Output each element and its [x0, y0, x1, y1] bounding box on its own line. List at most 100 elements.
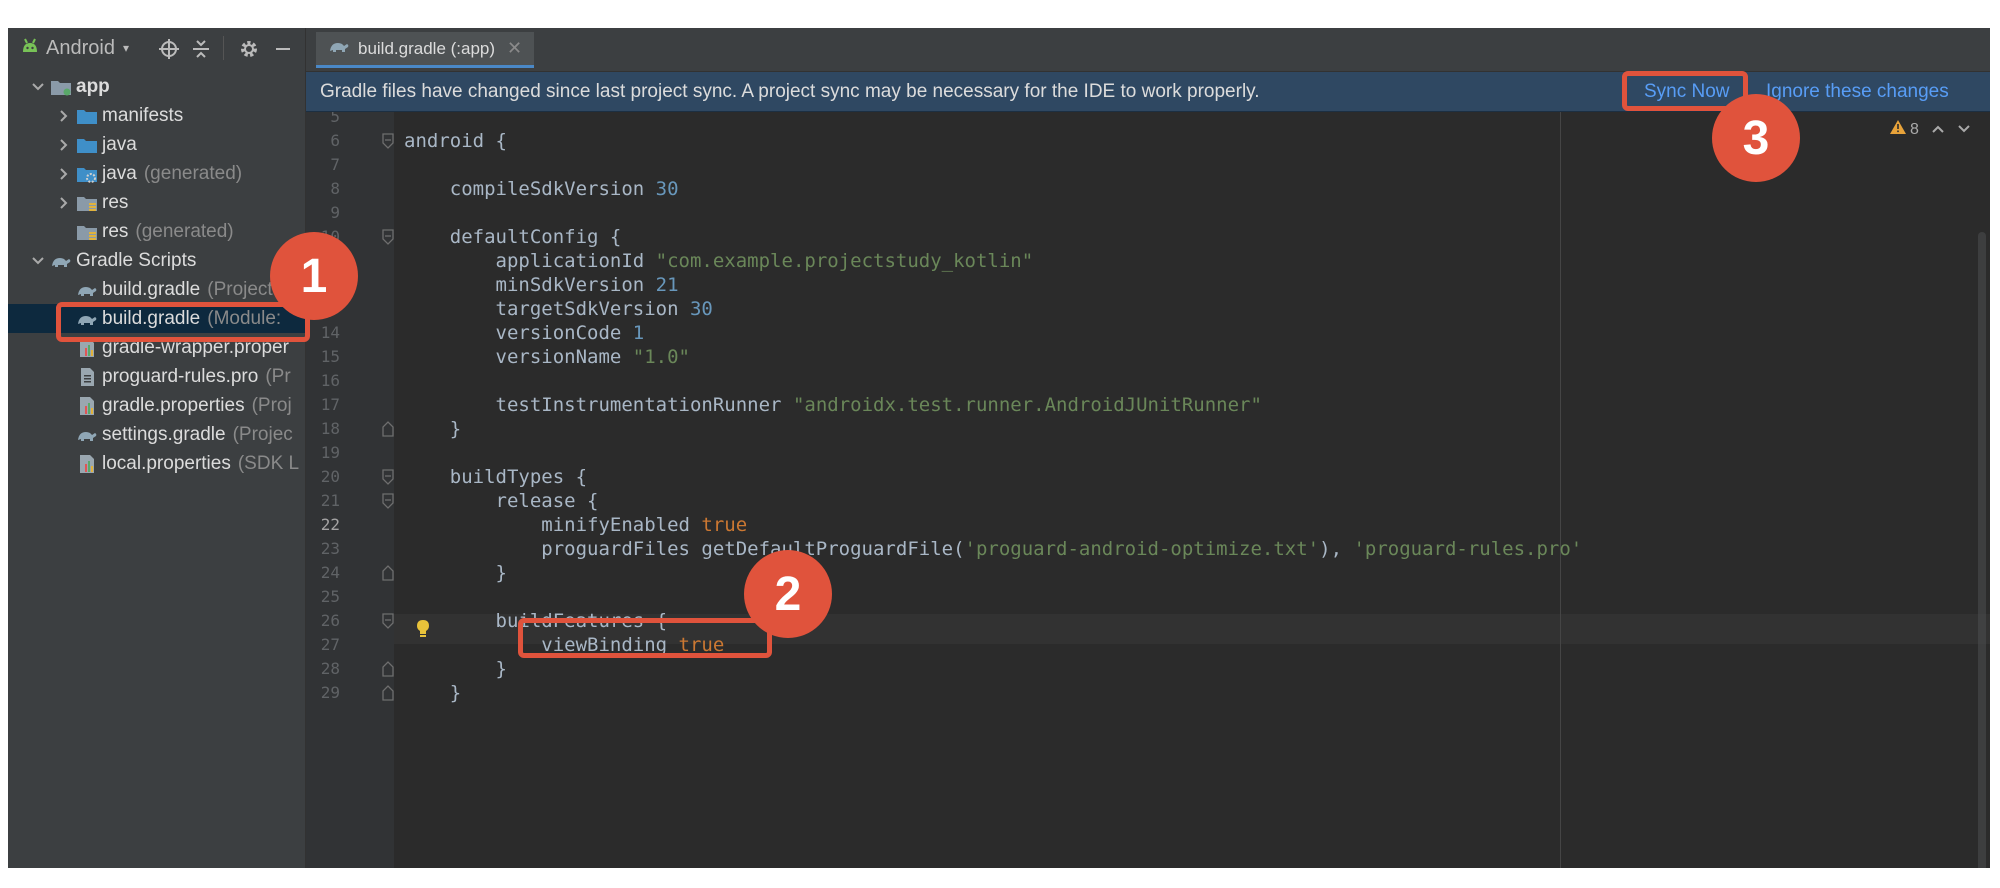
tree-item-detail: (Pr [265, 365, 291, 387]
fold-marker-icon[interactable] [382, 613, 394, 629]
tab-build-gradle-app[interactable]: build.gradle (:app) ✕ [316, 32, 535, 68]
step-badge-1: 1 [270, 232, 358, 320]
tree-item-detail: (generated) [135, 220, 234, 242]
code-text[interactable]: } [404, 678, 461, 708]
gradle-icon [74, 424, 100, 446]
gradle-icon [74, 279, 100, 301]
code-token: } [404, 682, 462, 704]
tree-item-detail: (Projec [232, 423, 293, 445]
tree-item-detail: (generated) [143, 162, 243, 184]
fold-marker-icon[interactable] [382, 469, 394, 485]
chevron-up-icon[interactable] [1931, 121, 1945, 139]
chevron-right-icon[interactable] [54, 138, 74, 152]
tree-item[interactable]: proguard-rules.pro (Pr [8, 362, 306, 391]
step-badge-3: 3 [1712, 94, 1800, 182]
fold-marker-icon[interactable] [382, 685, 394, 701]
editor-scrollbar[interactable] [1978, 232, 1986, 868]
ignore-changes-link[interactable]: Ignore these changes [1766, 81, 1949, 103]
code-token: 21 [655, 274, 679, 296]
target-icon[interactable] [156, 36, 182, 62]
code-token: testInstrumentationRunner [404, 394, 793, 416]
warning-icon [1890, 120, 1906, 139]
code-token: minifyEnabled [404, 514, 702, 536]
tree-item-label: java [102, 162, 137, 184]
project-view-selector[interactable]: Android ▾ [20, 28, 129, 68]
fold-marker-icon[interactable] [382, 133, 394, 149]
module-folder-icon [48, 76, 74, 98]
chevron-down-icon[interactable] [1957, 121, 1971, 139]
code-editor[interactable]: 56android {78 compileSdkVersion 30910 de… [306, 112, 1990, 868]
fold-marker-icon[interactable] [382, 229, 394, 245]
folder-icon [74, 105, 100, 127]
tree-item[interactable]: local.properties (SDK L [8, 449, 306, 478]
tree-item-detail: (Proj [251, 394, 292, 416]
fold-marker-icon[interactable] [382, 661, 394, 677]
close-icon[interactable]: ✕ [507, 38, 522, 59]
code-token: } [404, 658, 507, 680]
tree-item-label: settings.gradle [102, 423, 226, 445]
code-token: 'proguard-android-optimize.txt' [964, 538, 1320, 560]
project-view-label: Android [46, 36, 115, 59]
fold-marker-icon[interactable] [382, 421, 394, 437]
highlight-minify-enabled [518, 618, 772, 658]
code-token: buildTypes { [404, 466, 588, 488]
code-line: 29 } [306, 678, 1990, 708]
tree-item[interactable]: res [8, 188, 306, 217]
tree-item-label: build.gradle [102, 278, 201, 300]
properties-icon [74, 453, 100, 475]
code-token: android { [404, 130, 507, 152]
gear-icon[interactable] [236, 36, 262, 62]
code-token: "1.0" [632, 346, 690, 368]
code-token: } [404, 418, 462, 440]
tree-item-label: local.properties [102, 452, 231, 474]
chevron-right-icon[interactable] [54, 196, 74, 210]
banner-message: Gradle files have changed since last pro… [320, 80, 1260, 102]
code-token: 'proguard-rules.pro' [1353, 538, 1583, 560]
chevron-down-icon[interactable] [28, 82, 48, 92]
step-badge-2: 2 [744, 550, 832, 638]
highlight-build-gradle-module [56, 302, 310, 342]
chevron-right-icon[interactable] [54, 167, 74, 181]
tree-item[interactable]: build.gradle (Project [8, 275, 306, 304]
ide-window: Android ▾ app manifests java java (generated… [8, 28, 1990, 868]
tree-item[interactable]: java [8, 130, 306, 159]
tab-label: build.gradle (:app) [358, 38, 496, 58]
chevron-down-icon: ▾ [122, 41, 129, 55]
minimize-icon[interactable] [270, 36, 296, 62]
code-token: } [404, 562, 507, 584]
chevron-down-icon[interactable] [28, 256, 48, 266]
code-token: true [701, 514, 748, 536]
code-token: versionName [404, 346, 633, 368]
tree-item-label: res [102, 191, 129, 213]
folder-icon [74, 134, 100, 156]
code-token: versionCode [404, 322, 633, 344]
generated-folder-icon [74, 163, 100, 185]
tree-item[interactable]: manifests [8, 101, 306, 130]
text-file-icon [74, 366, 100, 388]
fold-marker-icon[interactable] [382, 565, 394, 581]
code-token: release { [404, 490, 599, 512]
tree-item[interactable]: app [8, 72, 306, 101]
warning-count: 8 [1910, 120, 1919, 138]
tree-item[interactable]: java (generated) [8, 159, 306, 188]
code-token: 30 [655, 178, 679, 200]
inspection-widget[interactable]: 8 [1890, 120, 1971, 139]
code-token: defaultConfig { [404, 226, 622, 248]
lightbulb-icon[interactable] [413, 614, 433, 644]
code-token: "androidx.test.runner.AndroidJUnitRunner… [792, 394, 1262, 416]
code-token: targetSdkVersion [404, 298, 690, 320]
fold-marker-icon[interactable] [382, 493, 394, 509]
code-token: applicationId [404, 250, 656, 272]
tree-item[interactable]: gradle.properties (Proj [8, 391, 306, 420]
tree-item-label: proguard-rules.pro [102, 365, 259, 387]
tree-item[interactable]: Gradle Scripts [8, 246, 306, 275]
tree-item-label: res [102, 220, 129, 242]
tree-item[interactable]: res (generated) [8, 217, 306, 246]
properties-icon [74, 395, 100, 417]
code-token: 30 [689, 298, 713, 320]
chevron-right-icon[interactable] [54, 109, 74, 123]
tree-item-label: java [102, 133, 137, 155]
resources-folder-icon [74, 221, 100, 243]
collapse-icon[interactable] [188, 36, 214, 62]
tree-item[interactable]: settings.gradle (Projec [8, 420, 306, 449]
